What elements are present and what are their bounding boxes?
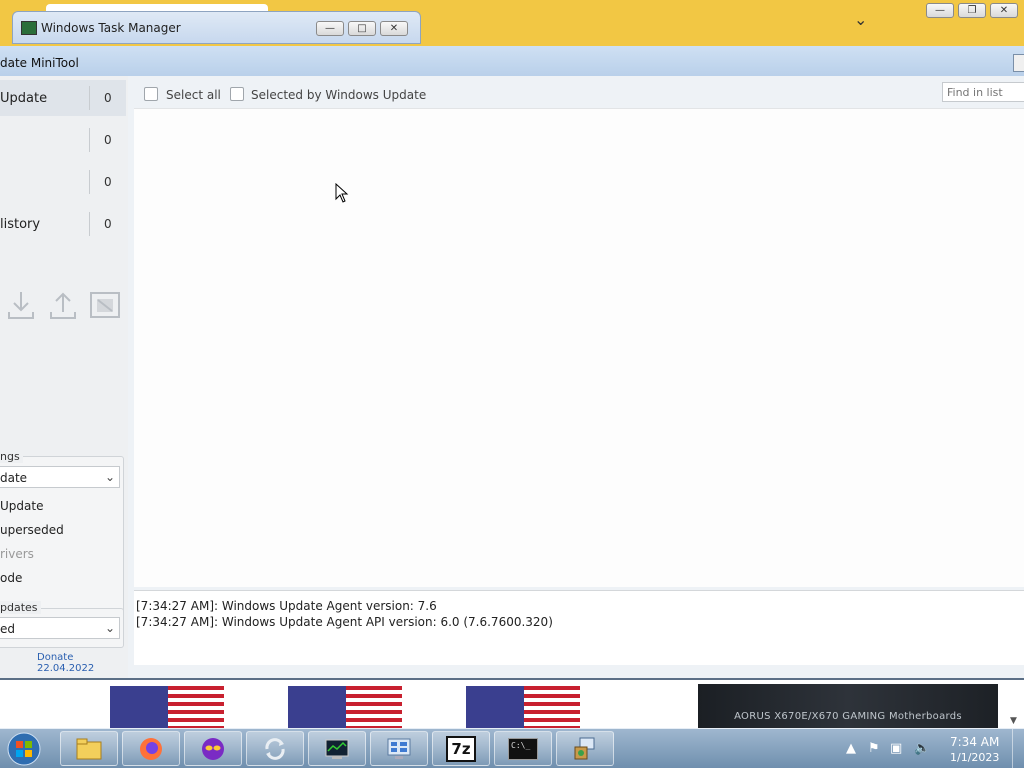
clock-date[interactable]: 1/1/2023 xyxy=(950,751,999,764)
minimize-button[interactable]: — xyxy=(316,21,344,36)
taskbar: 7z C:\_ ▲ ⚑ ▣ 🔈 7:34 AM 1/1/2023 xyxy=(0,728,1024,769)
sidebar-item-2[interactable]: 0 xyxy=(0,122,126,158)
select-all-checkbox[interactable] xyxy=(144,87,158,101)
show-hidden-icons-icon[interactable]: ▲ xyxy=(846,741,856,756)
divider xyxy=(89,128,90,152)
task-manager-window[interactable]: Windows Task Manager — □ ✕ xyxy=(12,11,421,44)
divider xyxy=(89,212,90,236)
footer-links: Donate 22.04.2022 xyxy=(37,652,128,674)
sidebar-item-3[interactable]: 0 xyxy=(0,164,126,200)
hide-icon[interactable] xyxy=(88,288,122,322)
upload-icon[interactable] xyxy=(46,288,80,322)
minimize-button[interactable]: — xyxy=(926,3,954,18)
selected-by-wu-label[interactable]: Selected by Windows Update xyxy=(251,88,426,102)
taskbar-file-explorer[interactable] xyxy=(60,731,118,766)
sidebar-item-label: listory xyxy=(0,216,41,232)
sidebar-item-count: 0 xyxy=(104,217,112,231)
chevron-down-icon: ⌄ xyxy=(104,470,115,484)
updates-group-label: pdates xyxy=(0,601,41,614)
firefox-icon xyxy=(140,737,162,760)
updates-select-value: ed xyxy=(0,622,15,636)
control-panel-icon xyxy=(387,738,411,759)
task-manager-icon xyxy=(325,739,349,759)
sidebar-item-count: 0 xyxy=(104,133,112,147)
mode-select[interactable]: date ⌄ xyxy=(0,466,120,488)
mouse-cursor-icon xyxy=(335,183,349,203)
log-line: [7:34:27 AM]: Windows Update Agent versi… xyxy=(136,599,437,613)
sidebar-item-count: 0 xyxy=(104,91,112,105)
installer-icon xyxy=(574,737,595,759)
close-button[interactable]: ✕ xyxy=(380,21,408,36)
task-manager-controls: — □ ✕ xyxy=(316,21,408,36)
list-toolbar: Select all Selected by Windows Update xyxy=(134,76,1024,106)
version-date: 22.04.2022 xyxy=(37,663,95,674)
download-icon[interactable] xyxy=(4,288,38,322)
mask-app-icon xyxy=(202,737,224,760)
web-content-strip: AORUS X670E/X670 GAMING Motherboards ▼ xyxy=(0,678,1024,730)
clock-time[interactable]: 7:34 AM xyxy=(950,735,999,749)
network-icon[interactable]: ▣ xyxy=(890,741,902,756)
task-manager-icon xyxy=(21,21,37,35)
sidebar-item-label: Update xyxy=(0,90,48,106)
aorus-banner[interactable]: AORUS X670E/X670 GAMING Motherboards xyxy=(698,684,998,730)
selected-by-wu-checkbox[interactable] xyxy=(230,87,244,101)
sidebar: Update 0 0 0 listory 0 ngs date ⌄ Update… xyxy=(0,76,128,678)
select-all-label[interactable]: Select all xyxy=(166,88,221,102)
taskbar-firefox[interactable] xyxy=(122,731,180,766)
sidebar-item-history[interactable]: listory 0 xyxy=(0,206,126,242)
sidebar-item-update[interactable]: Update 0 xyxy=(0,80,126,116)
sidebar-item-count: 0 xyxy=(104,175,112,189)
close-button[interactable]: ✕ xyxy=(990,3,1018,18)
restore-button[interactable]: ❐ xyxy=(958,3,986,18)
log-line: [7:34:27 AM]: Windows Update Agent API v… xyxy=(136,615,553,629)
option-update[interactable]: Update xyxy=(0,499,43,513)
taskbar-7zip[interactable]: 7z xyxy=(432,731,490,766)
taskbar-control-panel[interactable] xyxy=(370,731,428,766)
scroll-down-icon[interactable]: ▼ xyxy=(1010,716,1017,726)
maximize-button[interactable]: □ xyxy=(348,21,376,36)
mode-select-value: date xyxy=(0,471,28,485)
7zip-icon: 7z xyxy=(446,735,476,762)
cmd-icon: C:\_ xyxy=(508,737,538,760)
us-flag-image xyxy=(288,686,402,730)
windows-logo-icon xyxy=(7,732,41,766)
option-mode[interactable]: ode xyxy=(0,571,22,585)
donate-link[interactable]: Donate xyxy=(37,652,73,663)
window-control-button[interactable] xyxy=(1013,54,1024,72)
task-manager-title: Windows Task Manager xyxy=(41,21,181,35)
settings-group-label: ngs xyxy=(0,450,23,463)
app-title: date MiniTool xyxy=(0,56,79,70)
chevron-down-icon[interactable]: ⌄ xyxy=(854,10,867,29)
app-titlebar[interactable]: date MiniTool xyxy=(0,46,1024,76)
show-desktop-button[interactable] xyxy=(1012,729,1024,769)
option-drivers[interactable]: rivers xyxy=(0,547,34,561)
divider xyxy=(89,86,90,110)
browser-window-controls: — ❐ ✕ xyxy=(926,3,1018,18)
divider xyxy=(89,170,90,194)
find-in-list-input[interactable] xyxy=(942,82,1024,102)
taskbar-mask-app[interactable] xyxy=(184,731,242,766)
taskbar-task-manager[interactable] xyxy=(308,731,366,766)
taskbar-cmd[interactable]: C:\_ xyxy=(494,731,552,766)
taskbar-installer[interactable] xyxy=(556,731,614,766)
option-superseded[interactable]: uperseded xyxy=(0,523,64,537)
log-panel[interactable]: [7:34:27 AM]: Windows Update Agent versi… xyxy=(134,590,1024,665)
volume-muted-icon[interactable]: 🔈 xyxy=(914,741,930,756)
updates-select[interactable]: ed ⌄ xyxy=(0,617,120,639)
sync-icon xyxy=(265,737,285,760)
action-center-flag-icon[interactable]: ⚑ xyxy=(868,741,880,756)
us-flag-image xyxy=(110,686,224,730)
us-flag-image xyxy=(466,686,580,730)
start-button[interactable] xyxy=(4,730,44,768)
file-explorer-icon xyxy=(76,738,102,759)
updates-list[interactable] xyxy=(134,108,1024,587)
taskbar-sync[interactable] xyxy=(246,731,304,766)
update-minitool-window: date MiniTool Update 0 0 0 listory 0 ngs… xyxy=(0,46,1024,678)
chevron-down-icon: ⌄ xyxy=(104,621,115,635)
